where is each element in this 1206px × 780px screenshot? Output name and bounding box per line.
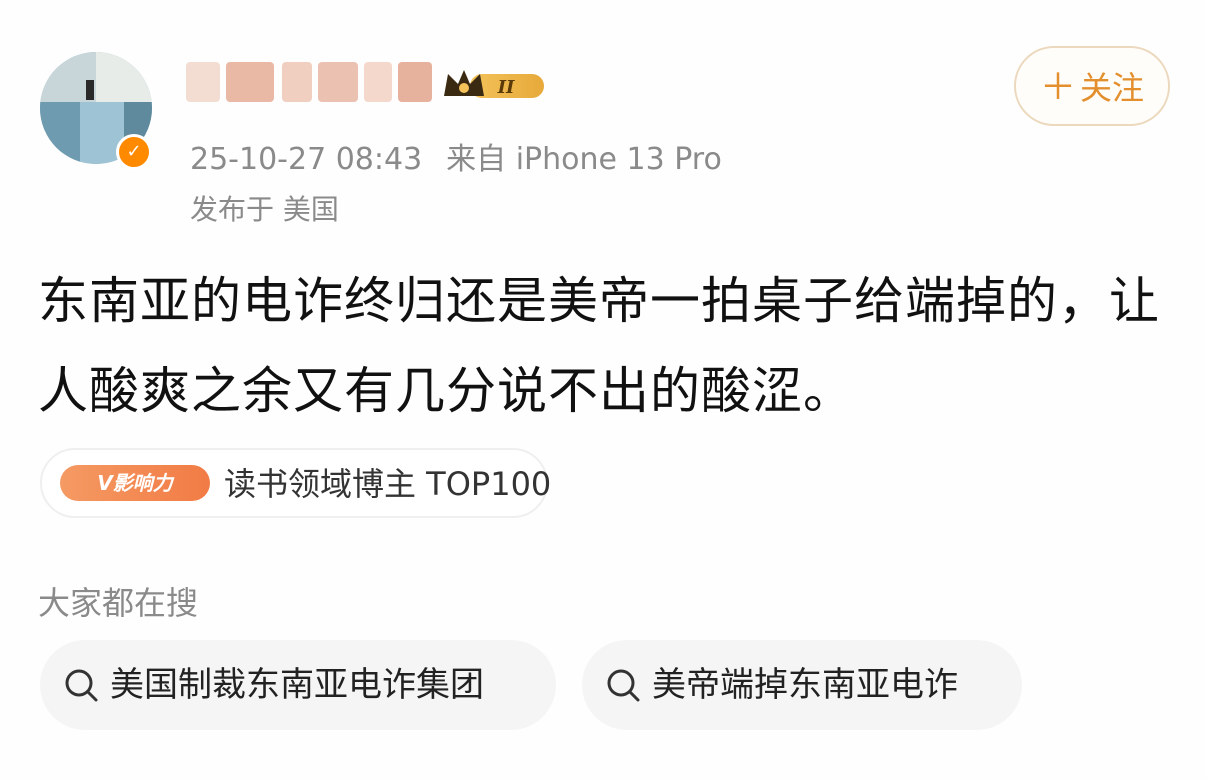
post-text: 东南亚的电诈终归还是美帝一拍桌子给端掉的，让人酸爽之余又有几分说不出的酸涩。 — [38, 272, 1160, 420]
follow-button[interactable]: ＋关注 — [1014, 46, 1170, 126]
post-location: 发布于 美国 — [190, 193, 339, 226]
verified-badge-icon: ✓ — [116, 134, 152, 170]
influence-badge[interactable]: V影响力 读书领域博主 TOP100 — [40, 448, 552, 518]
influence-label: 读书领域博主 TOP100 — [224, 465, 552, 503]
post-source: 来自 iPhone 13 Pro — [446, 142, 722, 177]
post-timestamp: 25-10-27 08:43 — [190, 142, 423, 177]
username-blurred[interactable] — [186, 62, 432, 102]
search-icon — [607, 669, 640, 702]
search-suggestion-label: 美帝端掉东南亚电诈 — [652, 665, 958, 705]
post-meta: 25-10-27 08:43 来自 iPhone 13 Pro — [190, 134, 722, 178]
search-suggestion[interactable]: 美国制裁东南亚电诈集团 — [40, 640, 556, 730]
member-crown-badge-icon: II — [444, 70, 544, 98]
member-level-label: II — [497, 77, 515, 98]
post-card: ✓ II 25-10-27 08:43 来自 iPhone 13 Pro 发布于 … — [0, 0, 1206, 780]
plus-icon: ＋ — [1039, 67, 1076, 108]
search-icon — [65, 669, 98, 702]
search-suggestion[interactable]: 美帝端掉东南亚电诈 — [582, 640, 1022, 730]
search-suggestion-label: 美国制裁东南亚电诈集团 — [110, 665, 484, 705]
follow-label: 关注 — [1080, 69, 1145, 107]
influence-tag: V影响力 — [60, 465, 210, 501]
trending-search-heading: 大家都在搜 — [38, 584, 199, 622]
